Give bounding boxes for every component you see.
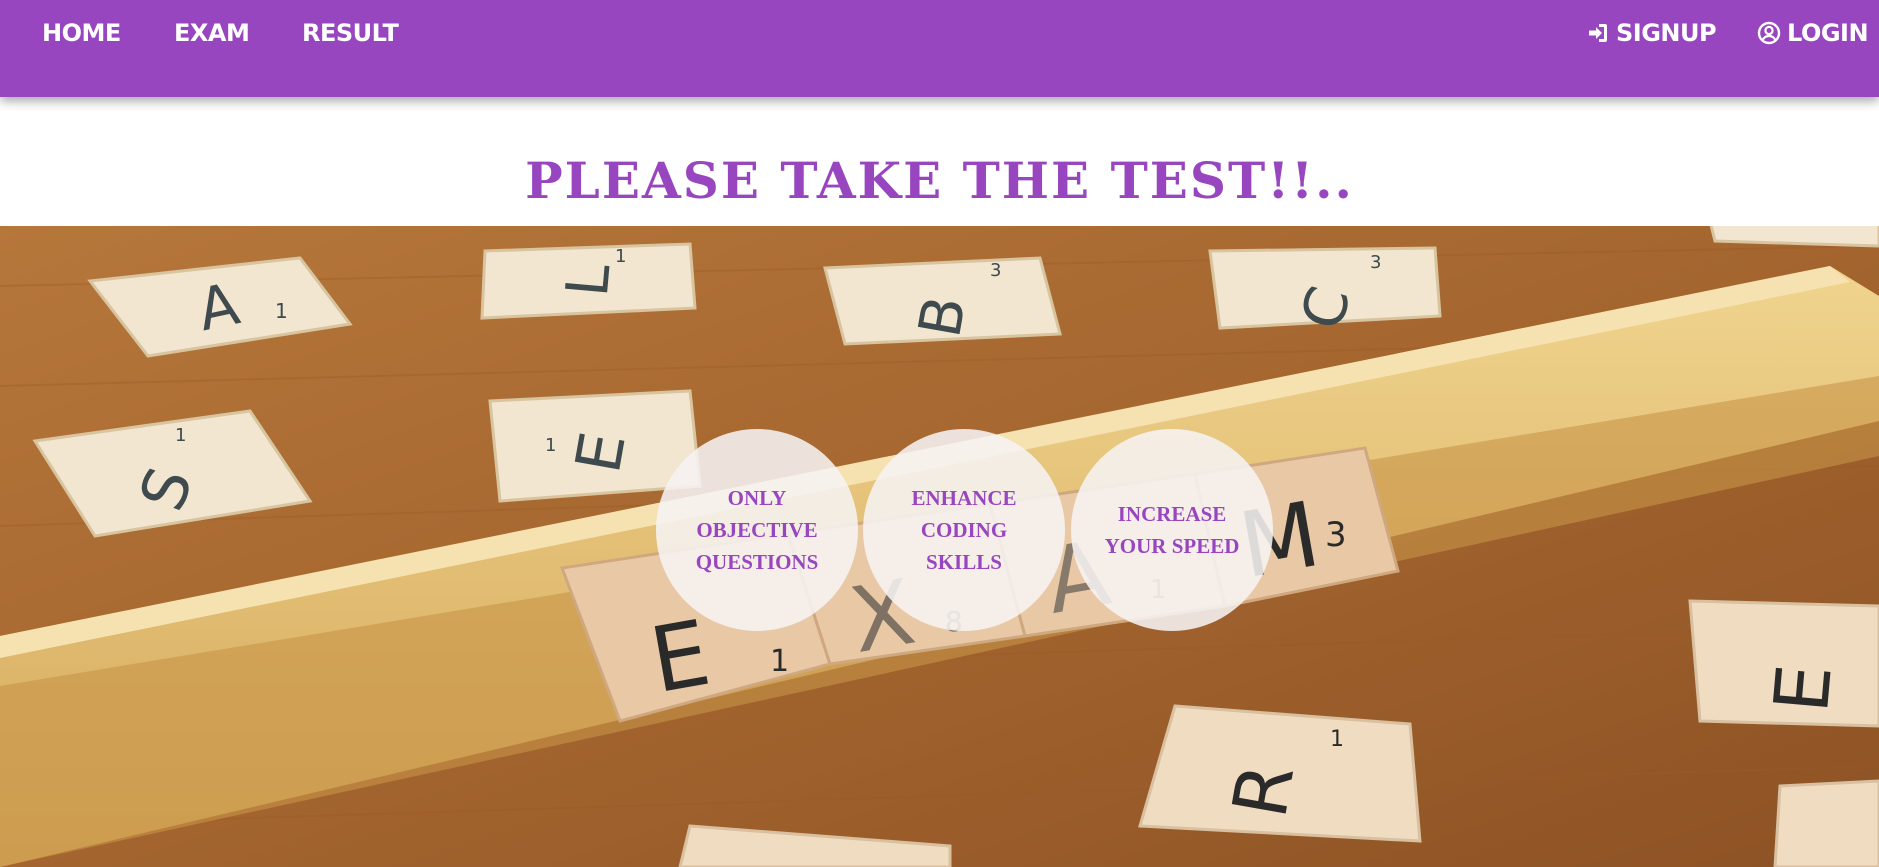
tile-l: L 1 [480,242,697,320]
svg-text:1: 1 [545,435,556,456]
svg-text:1: 1 [1330,727,1344,752]
feature-circle-objective: ONLY OBJECTIVE QUESTIONS [656,429,858,631]
feature-text: INCREASE YOUR SPEED [1104,502,1240,558]
nav-home-link[interactable]: HOME [42,16,121,50]
svg-text:1: 1 [275,299,288,323]
nav-login-link[interactable]: LOGIN [1757,16,1869,50]
nav-signup-link[interactable]: SIGNUP [1586,16,1717,50]
tile-top-right [1709,226,1879,248]
svg-text:1: 1 [175,425,186,446]
nav-result-link[interactable]: RESULT [302,16,399,50]
user-circle-icon [1757,21,1781,45]
nav-login-label: LOGIN [1787,19,1869,47]
svg-text:3: 3 [1370,252,1381,273]
tile-r: R 1 [1138,704,1422,843]
hero-banner: A 1 L 1 B 3 C 3 S 1 E 1 E 1 X A M 3 R 1 … [0,226,1879,867]
nav-signup-label: SIGNUP [1616,19,1717,47]
navbar: HOME EXAM RESULT SIGNUP LOGIN [0,0,1879,97]
page-title: PLEASE TAKE THE TEST!!.. [525,151,1354,210]
sign-in-icon [1586,21,1610,45]
svg-text:3: 3 [1325,515,1347,555]
svg-text:1: 1 [615,246,626,267]
feature-circle-coding: ENHANCE CODING SKILLS [863,429,1065,631]
tile-e-right: E [1688,599,1879,728]
svg-text:1: 1 [770,644,789,679]
feature-text: ENHANCE CODING SKILLS [911,486,1017,574]
feature-circle-speed: INCREASE YOUR SPEED [1071,429,1273,631]
svg-text:L: L [553,261,624,299]
svg-text:E: E [1757,661,1849,716]
nav-exam-link[interactable]: EXAM [174,16,250,50]
feature-text: ONLY OBJECTIVE QUESTIONS [695,486,819,574]
tile-b: B 3 [823,256,1062,346]
svg-text:3: 3 [990,260,1001,281]
